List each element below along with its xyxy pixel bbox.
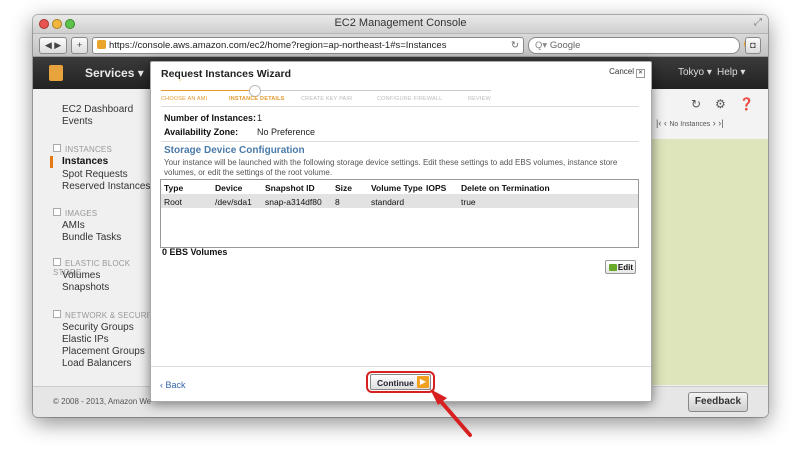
red-pointer-arrow bbox=[430, 389, 472, 437]
